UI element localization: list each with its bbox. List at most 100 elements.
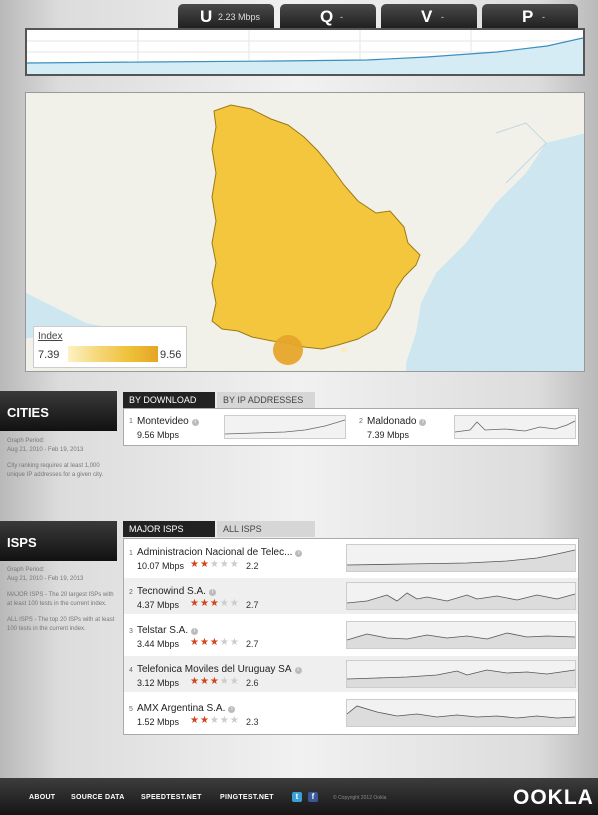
isp-name-text: Tecnowind S.A. [137,586,206,597]
ookla-logo[interactable]: OOKLA [513,786,594,810]
tab-by-download[interactable]: BY DOWNLOAD [123,392,215,408]
isps-panel: 1 Administracion Nacional de Telec... i 1… [123,538,579,735]
isp-rank: 2 [129,589,133,596]
city-rank: 2 [359,418,363,425]
isp-speed: 1.52 Mbps [137,717,180,727]
tab-letter: U [200,7,213,26]
star-icon: ★★ [190,715,210,726]
graph-period: Aug 21, 2010 - Feb 19, 2013 [7,575,84,582]
tab-letter: V [421,7,433,26]
isp-name-text: Telstar S.A. [137,625,189,636]
isp-row[interactable]: 3 Telstar S.A. i 3.44 Mbps ★★★★★ 2.7 [124,617,578,653]
isp-sparkline [346,699,576,727]
isp-row[interactable]: 1 Administracion Nacional de Telec... i 1… [124,539,578,575]
isp-rank: 5 [129,706,133,713]
isp-sparkline [346,582,576,610]
tab-by-ip-addresses[interactable]: BY IP ADDRESSES [217,392,315,408]
info-icon[interactable]: i [208,589,216,596]
metric-tabs: U 2.23 Mbps Q - V - P - [178,4,578,30]
cities-header: CITIES [0,391,117,431]
isps-note-major: MAJOR ISPS - The 20 largest ISPs with at… [7,592,114,607]
city-speed: 7.39 Mbps [367,430,410,440]
city-name-text: Montevideo [137,416,189,427]
isp-name[interactable]: Administracion Nacional de Telec... i [137,547,303,558]
legend-title: Index [38,331,63,342]
isp-row[interactable]: 2 Tecnowind S.A. i 4.37 Mbps ★★★★★ 2.7 [124,578,578,614]
city-name[interactable]: Montevideo i [137,416,199,427]
isps-side-info: Graph Period: Aug 21, 2010 - Feb 19, 201… [7,566,117,641]
isp-rating: 2.3 [246,717,259,727]
trend-graph-svg [26,30,584,74]
info-icon[interactable]: i [295,550,303,557]
star-icon: ★★★ [190,598,220,609]
graph-period-label: Graph Period: [7,438,45,444]
isp-name-text: AMX Argentina S.A. [137,703,226,714]
cities-side-info: Graph Period: Aug 21, 2010 - Feb 19, 201… [7,437,117,487]
footer-link-pingtest[interactable]: PINGTEST.NET [220,794,274,801]
cities-panel: 1 Montevideo i 9.56 Mbps 2 Maldonado i 7.3… [123,408,579,446]
tab-value: - [542,12,545,22]
legend-gradient [68,346,158,362]
info-icon[interactable]: i [419,419,427,426]
isps-title: ISPS [7,535,37,550]
star-icon: ★★★ [190,676,220,687]
rating-stars: ★★★★★ [190,598,240,609]
info-icon[interactable]: i [294,667,302,674]
isp-name[interactable]: Tecnowind S.A. i [137,586,216,597]
info-icon[interactable]: i [191,628,199,635]
isp-name-text: Telefonica Moviles del Uruguay SA [137,664,292,675]
star-icon: ★★★ [190,637,220,648]
city-sparkline [454,415,576,439]
tab-quality[interactable]: Q - [280,4,376,30]
tab-major-isps[interactable]: MAJOR ISPS [123,521,215,537]
maldonado-marker [341,347,347,353]
tab-promise[interactable]: P - [482,4,578,30]
star-empty-icon: ★★ [219,598,240,609]
isp-row[interactable]: 5 AMX Argentina S.A. i 1.52 Mbps ★★★★★ 2.… [124,695,578,731]
rating-stars: ★★★★★ [190,559,240,570]
city-name-text: Maldonado [367,416,417,427]
isp-sparkline [346,660,576,688]
isp-rank: 4 [129,667,133,674]
tab-all-isps[interactable]: ALL ISPS [217,521,315,537]
footer-link-source-data[interactable]: SOURCE DATA [71,794,125,801]
isp-row[interactable]: 4 Telefonica Moviles del Uruguay SA i 3.1… [124,656,578,692]
rating-stars: ★★★★★ [190,676,240,687]
city-speed: 9.56 Mbps [137,430,180,440]
isp-name-text: Administracion Nacional de Telec... [137,547,293,558]
footer: ABOUT SOURCE DATA SPEEDTEST.NET PINGTEST… [0,778,598,815]
isp-name[interactable]: Telstar S.A. i [137,625,199,636]
isp-speed: 3.12 Mbps [137,678,180,688]
graph-period: Aug 21, 2010 - Feb 19, 2013 [7,446,84,453]
star-icon: ★★ [190,559,210,570]
facebook-icon[interactable]: f [308,792,318,802]
isp-rating: 2.6 [246,678,259,688]
isp-rank: 3 [129,628,133,635]
copyright: © Copyright 2012 Ookla [333,795,387,801]
graph-period-label: Graph Period: [7,567,45,573]
isp-speed: 3.44 Mbps [137,639,180,649]
tab-value: 2.23 Mbps [218,12,261,22]
twitter-icon[interactable]: t [292,792,302,802]
star-empty-icon: ★★★ [209,559,240,570]
tab-value-index[interactable]: V - [381,4,477,30]
city-name[interactable]: Maldonado i [367,416,427,427]
footer-link-speedtest[interactable]: SPEEDTEST.NET [141,794,202,801]
info-icon[interactable]: i [191,419,199,426]
tab-upload[interactable]: U 2.23 Mbps [178,4,274,30]
cities-title: CITIES [7,405,49,420]
city-row[interactable]: 1 Montevideo i 9.56 Mbps [124,409,350,445]
map-legend: Index 7.39 9.56 [33,326,187,368]
info-icon[interactable]: i [228,706,236,713]
rating-stars: ★★★★★ [190,715,240,726]
footer-link-about[interactable]: ABOUT [29,794,55,801]
isp-name[interactable]: AMX Argentina S.A. i [137,703,236,714]
montevideo-marker [273,335,303,365]
cities-note: City ranking requires at least 1,000 uni… [7,463,104,478]
city-rank: 1 [129,418,133,425]
isps-note-all: ALL ISPS - The top 20 ISPs with at least… [7,617,115,632]
isp-name[interactable]: Telefonica Moviles del Uruguay SA i [137,664,302,675]
isp-sparkline [346,621,576,649]
isp-rating: 2.7 [246,639,259,649]
city-row[interactable]: 2 Maldonado i 7.39 Mbps [354,409,580,445]
